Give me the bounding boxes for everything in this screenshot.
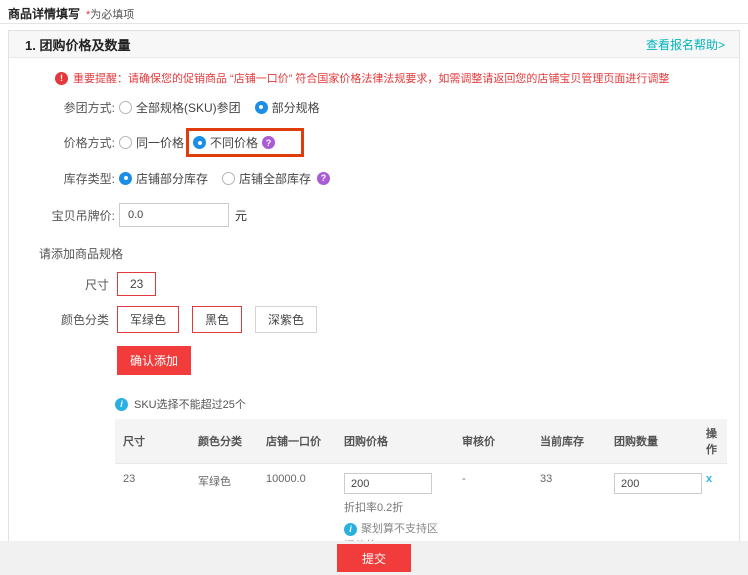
discount-note: 折扣率0.2折	[344, 499, 446, 515]
table-header-row: 尺寸 颜色分类 店铺一口价 团购价格 审核价 当前库存 团购数量 操作	[115, 419, 727, 464]
sku-limit-text: SKU选择不能超过25个	[134, 396, 246, 412]
info-icon: i	[115, 398, 128, 411]
size-label: 尺寸	[9, 276, 109, 293]
radio-all-stock[interactable]: 店铺全部库存	[222, 170, 311, 187]
price-mode-options: 同一价格 不同价格 ?	[119, 128, 304, 157]
col-size: 尺寸	[115, 419, 190, 464]
radio-unselected-icon	[222, 172, 235, 185]
group-price-panel: 1. 团购价格及数量 查看报名帮助> ! 重要提醒：请确保您的促销商品 “店铺一…	[8, 30, 740, 575]
col-stock: 当前库存	[532, 419, 606, 464]
page-title: 商品详情填写	[8, 7, 80, 21]
radio-same-price-label: 同一价格	[136, 134, 184, 151]
join-mode-label: 参团方式:	[9, 99, 115, 116]
price-warning: ! 重要提醒：请确保您的促销商品 “店铺一口价” 符合国家价格法律法规要求，如需…	[55, 70, 739, 86]
join-mode-options: 全部规格(SKU)参团 部分规格	[119, 99, 334, 116]
radio-same-price[interactable]: 同一价格	[119, 134, 184, 151]
submit-button[interactable]: 提交	[337, 544, 411, 572]
col-color: 颜色分类	[190, 419, 258, 464]
delete-row-button[interactable]: x	[706, 473, 712, 485]
col-group-price: 团购价格	[336, 419, 454, 464]
required-note: 为必填项	[90, 9, 134, 21]
annotation-highlight-box: 不同价格 ?	[186, 128, 304, 157]
footer-bar: 提交	[0, 541, 748, 575]
group-price-input[interactable]	[344, 473, 432, 494]
radio-partial-stock[interactable]: 店铺部分库存	[119, 170, 208, 187]
radio-all-sku[interactable]: 全部规格(SKU)参团	[119, 99, 241, 116]
price-mode-row: 价格方式: 同一价格 不同价格 ?	[9, 128, 739, 157]
join-mode-row: 参团方式: 全部规格(SKU)参团 部分规格	[9, 96, 739, 118]
signup-help-link[interactable]: 查看报名帮助>	[646, 36, 725, 53]
section-header: 1. 团购价格及数量 查看报名帮助>	[9, 31, 739, 58]
tag-price-input[interactable]	[119, 203, 229, 227]
color-option-dark-purple[interactable]: 深紫色	[255, 306, 317, 333]
radio-unselected-icon	[119, 136, 132, 149]
radio-all-stock-label: 店铺全部库存	[239, 170, 311, 187]
stock-type-options: 店铺部分库存 店铺全部库存 ?	[119, 170, 330, 187]
col-action: 操作	[698, 419, 727, 464]
tag-price-unit: 元	[235, 207, 247, 224]
radio-selected-icon	[119, 172, 132, 185]
section-title: 1. 团购价格及数量	[25, 35, 130, 54]
confirm-add-button[interactable]: 确认添加	[117, 346, 191, 375]
size-row: 尺寸 23	[9, 272, 739, 296]
stock-type-row: 库存类型: 店铺部分库存 店铺全部库存 ?	[9, 167, 739, 189]
stock-type-label: 库存类型:	[9, 170, 115, 187]
size-option-23[interactable]: 23	[117, 272, 156, 296]
color-row: 颜色分类 军绿色 黑色 深紫色	[9, 306, 739, 333]
radio-different-price-label: 不同价格	[210, 134, 258, 151]
spec-section-title: 请添加商品规格	[39, 245, 739, 262]
radio-partial-sku-label: 部分规格	[272, 99, 320, 116]
quantity-input[interactable]	[614, 473, 702, 494]
radio-different-price[interactable]: 不同价格	[193, 134, 258, 151]
radio-selected-icon	[255, 101, 268, 114]
radio-partial-stock-label: 店铺部分库存	[136, 170, 208, 187]
info-icon: i	[344, 523, 357, 536]
sku-limit-note: i SKU选择不能超过25个	[115, 396, 739, 412]
question-help-icon[interactable]: ?	[317, 172, 330, 185]
question-help-icon[interactable]: ?	[262, 136, 275, 149]
radio-selected-icon	[193, 136, 206, 149]
radio-unselected-icon	[119, 101, 132, 114]
section-content: ! 重要提醒：请确保您的促销商品 “店铺一口价” 符合国家价格法律法规要求，如需…	[9, 70, 739, 575]
radio-partial-sku[interactable]: 部分规格	[255, 99, 320, 116]
color-option-black[interactable]: 黑色	[192, 306, 242, 333]
tag-price-row: 宝贝吊牌价: 元	[9, 203, 739, 227]
page: 商品详情填写*为必填项 1. 团购价格及数量 查看报名帮助> ! 重要提醒：请确…	[0, 0, 748, 575]
warning-text: 重要提醒：请确保您的促销商品 “店铺一口价” 符合国家价格法律法规要求，如需调整…	[73, 70, 669, 86]
col-shop-price: 店铺一口价	[258, 419, 336, 464]
color-label: 颜色分类	[9, 311, 109, 328]
col-audit-price: 审核价	[454, 419, 532, 464]
col-quantity: 团购数量	[606, 419, 698, 464]
warning-icon: !	[55, 72, 68, 85]
price-mode-label: 价格方式:	[9, 134, 115, 151]
page-header: 商品详情填写*为必填项	[0, 0, 748, 24]
color-option-army-green[interactable]: 军绿色	[117, 306, 179, 333]
tag-price-label: 宝贝吊牌价:	[9, 207, 115, 224]
radio-all-sku-label: 全部规格(SKU)参团	[136, 99, 241, 116]
